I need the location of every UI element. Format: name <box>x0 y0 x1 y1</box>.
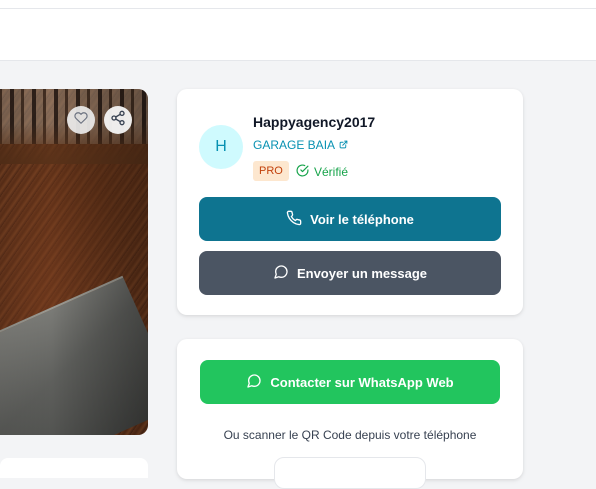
send-message-button[interactable]: Envoyer un message <box>199 251 501 295</box>
send-message-label[interactable]: Envoyer un message <box>297 266 427 281</box>
share-icon <box>110 110 126 131</box>
seller-name[interactable]: Happyagency2017 <box>253 114 375 130</box>
chat-bubble-icon <box>273 264 289 283</box>
heart-icon <box>74 111 88 130</box>
shop-link[interactable]: GARAGE BAIA <box>253 138 348 152</box>
whatsapp-icon <box>246 373 262 392</box>
avatar: H <box>199 125 243 169</box>
phone-icon <box>286 210 302 229</box>
whatsapp-button[interactable]: Contacter sur WhatsApp Web <box>200 360 500 404</box>
photo-shade <box>0 89 148 435</box>
favorite-button[interactable] <box>67 106 95 134</box>
whatsapp-card: Contacter sur WhatsApp Web Ou scanner le… <box>177 339 523 489</box>
listing-photo[interactable] <box>0 89 148 435</box>
description-card-edge <box>0 458 148 478</box>
seller-card: H Happyagency2017 GARAGE BAIA PRO Vérifi… <box>177 89 523 315</box>
shop-link-label[interactable]: GARAGE BAIA <box>253 138 335 152</box>
verified-label: Vérifié <box>314 165 349 179</box>
top-header <box>0 0 596 61</box>
share-button[interactable] <box>104 106 132 134</box>
qr-instructions: Ou scanner le QR Code depuis votre télép… <box>223 428 477 442</box>
check-circle-icon <box>296 164 309 180</box>
whatsapp-label[interactable]: Contacter sur WhatsApp Web <box>270 375 453 390</box>
header-divider <box>0 8 596 9</box>
pro-badge: PRO <box>253 161 289 181</box>
qr-code-box <box>274 457 426 489</box>
external-link-icon <box>339 138 348 152</box>
show-phone-label[interactable]: Voir le téléphone <box>310 212 414 227</box>
verified-status: Vérifié <box>296 164 348 180</box>
show-phone-button[interactable]: Voir le téléphone <box>199 197 501 241</box>
